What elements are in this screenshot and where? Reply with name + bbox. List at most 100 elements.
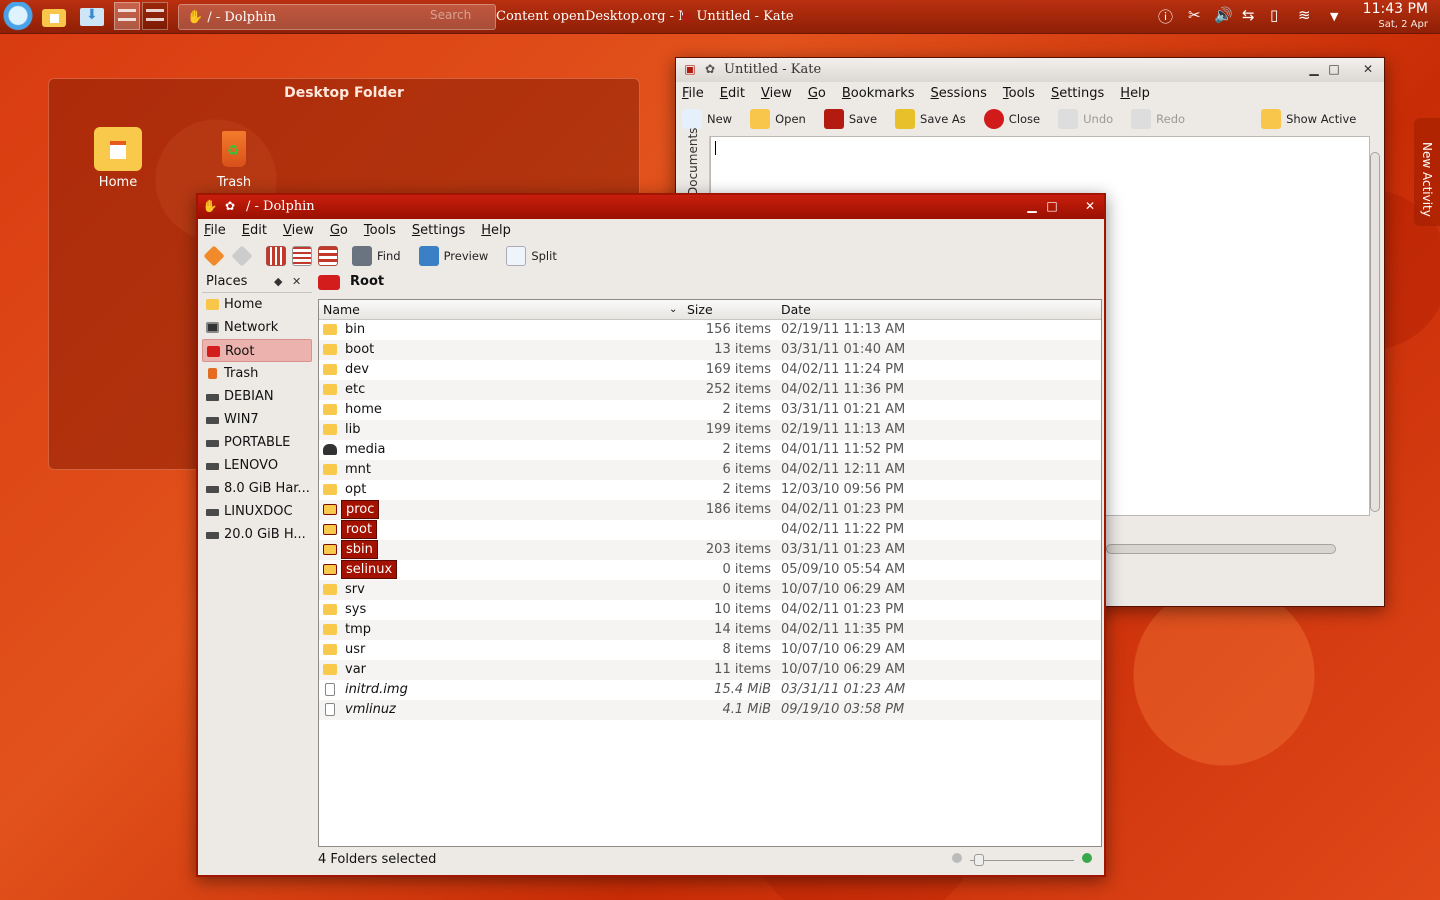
task-kate[interactable]: ▣ Untitled - Kate bbox=[680, 4, 990, 30]
dolphin-app-icon[interactable]: ✋ bbox=[202, 199, 218, 215]
kate-menu-go[interactable]: Go bbox=[808, 86, 826, 101]
sort-chevron-icon[interactable]: ⌄ bbox=[669, 300, 677, 320]
table-row[interactable]: boot 13 items 03/31/11 01:40 AM bbox=[319, 340, 1101, 360]
dolphin-minimize-icon[interactable]: ▁ bbox=[1024, 199, 1040, 215]
kate-menu-view[interactable]: View bbox=[761, 86, 792, 101]
table-row[interactable]: opt 2 items 12/03/10 09:56 PM bbox=[319, 480, 1101, 500]
kate-menu-sessions[interactable]: Sessions bbox=[931, 86, 987, 101]
dolphin-menu-help[interactable]: Help bbox=[481, 223, 511, 238]
dolphin-menu-go[interactable]: Go bbox=[330, 223, 348, 238]
kate-menu-settings[interactable]: Settings bbox=[1051, 86, 1104, 101]
details-view-icon[interactable] bbox=[292, 246, 312, 266]
dolphin-menu-view[interactable]: View bbox=[283, 223, 314, 238]
dolphin-find-button[interactable]: Find bbox=[352, 246, 401, 266]
column-name-header[interactable]: Name bbox=[323, 300, 360, 320]
forward-icon[interactable] bbox=[231, 245, 253, 267]
table-row[interactable]: sbin 203 items 03/31/11 01:23 AM bbox=[319, 540, 1101, 560]
volume-icon[interactable]: 🔊 bbox=[1214, 6, 1233, 24]
kate-menu-bookmarks[interactable]: Bookmarks bbox=[842, 86, 915, 101]
kate-open-button[interactable]: Open bbox=[750, 109, 806, 129]
dolphin-menu-file[interactable]: File bbox=[204, 223, 226, 238]
kate-new-button[interactable]: New bbox=[682, 109, 732, 129]
tray-expand-icon[interactable]: ▼ bbox=[1330, 10, 1338, 23]
pager-desktop-1[interactable] bbox=[114, 2, 140, 30]
task-mozilla[interactable]: Content openDesktop.org - Mozilla bbox=[496, 4, 686, 30]
dolphin-close-icon[interactable]: ✕ bbox=[1082, 199, 1098, 215]
new-activity-tab[interactable]: New Activity bbox=[1414, 118, 1440, 226]
app-menu-icon[interactable] bbox=[2, 2, 34, 32]
wifi-icon[interactable]: ≋ bbox=[1298, 6, 1311, 24]
table-row[interactable]: vmlinuz 4.1 MiB 09/19/10 03:58 PM bbox=[319, 700, 1101, 720]
table-row[interactable]: bin 156 items 02/19/11 11:13 AM bbox=[319, 320, 1101, 340]
column-date-header[interactable]: Date bbox=[781, 300, 811, 320]
dolphin-maximize-icon[interactable]: □ bbox=[1044, 199, 1060, 215]
kate-saveas-button[interactable]: Save As bbox=[895, 109, 966, 129]
dolphin-menu-edit[interactable]: Edit bbox=[242, 223, 267, 238]
table-row[interactable]: etc 252 items 04/02/11 11:36 PM bbox=[319, 380, 1101, 400]
table-row[interactable]: mnt 6 items 04/02/11 12:11 AM bbox=[319, 460, 1101, 480]
place-home[interactable]: Home bbox=[202, 293, 312, 316]
kate-redo-button[interactable]: Redo bbox=[1131, 109, 1185, 129]
dolphin-split-button[interactable]: Split bbox=[506, 246, 557, 266]
place-root[interactable]: Root bbox=[202, 339, 312, 362]
table-row[interactable]: proc 186 items 04/02/11 01:23 PM bbox=[319, 500, 1101, 520]
usb-icon[interactable]: ⇆ bbox=[1242, 6, 1255, 24]
kate-save-button[interactable]: Save bbox=[823, 109, 877, 129]
kate-vscroll-thumb[interactable] bbox=[1370, 152, 1380, 512]
kate-undo-button[interactable]: Undo bbox=[1058, 109, 1113, 129]
kate-app-icon[interactable]: ▣ bbox=[682, 62, 698, 78]
table-row[interactable]: media 2 items 04/01/11 11:52 PM bbox=[319, 440, 1101, 460]
zoom-in-icon[interactable] bbox=[1082, 853, 1092, 863]
kate-hscroll-thumb[interactable] bbox=[1106, 544, 1336, 554]
kate-titlebar[interactable]: ▣ ✿ Untitled - Kate ▁ □ ✕ bbox=[676, 58, 1384, 82]
kate-menu-edit[interactable]: Edit bbox=[720, 86, 745, 101]
dolphin-pin-icon[interactable]: ✿ bbox=[222, 199, 238, 215]
zoom-knob[interactable] bbox=[974, 854, 984, 866]
pager-desktop-2[interactable] bbox=[142, 2, 168, 30]
place-8gib-drive[interactable]: 8.0 GiB Har... bbox=[202, 477, 312, 500]
clock[interactable]: 11:43 PM Sat, 2 Apr bbox=[1363, 1, 1428, 31]
breadcrumb[interactable]: Root bbox=[316, 271, 384, 293]
table-row[interactable]: sys 10 items 04/02/11 01:23 PM bbox=[319, 600, 1101, 620]
place-lenovo[interactable]: LENOVO bbox=[202, 454, 312, 477]
clipboard-scissors-icon[interactable]: ✂ bbox=[1188, 6, 1201, 24]
kate-menu-help[interactable]: Help bbox=[1120, 86, 1150, 101]
zoom-out-icon[interactable] bbox=[952, 853, 962, 863]
table-row[interactable]: var 11 items 10/07/10 06:29 AM bbox=[319, 660, 1101, 680]
zoom-slider[interactable] bbox=[952, 853, 1092, 867]
column-size-header[interactable]: Size bbox=[687, 300, 713, 320]
dolphin-preview-button[interactable]: Preview bbox=[418, 246, 488, 266]
desktop-home-icon[interactable]: Home bbox=[83, 127, 153, 190]
file-list[interactable]: Name ⌄ Size Date bin 156 items 02/19/11 11… bbox=[318, 299, 1102, 847]
place-20gib-drive[interactable]: 20.0 GiB H... bbox=[202, 523, 312, 546]
downloads-icon[interactable] bbox=[76, 2, 108, 32]
table-row[interactable]: lib 199 items 02/19/11 11:13 AM bbox=[319, 420, 1101, 440]
kate-minimize-icon[interactable]: ▁ bbox=[1306, 62, 1322, 78]
table-row[interactable]: initrd.img 15.4 MiB 03/31/11 01:23 AM bbox=[319, 680, 1101, 700]
table-row[interactable]: usr 8 items 10/07/10 06:29 AM bbox=[319, 640, 1101, 660]
table-row[interactable]: selinux 0 items 05/09/10 05:54 AM bbox=[319, 560, 1101, 580]
places-float-icon[interactable]: ◆ bbox=[274, 271, 282, 293]
table-row[interactable]: dev 169 items 04/02/11 11:24 PM bbox=[319, 360, 1101, 380]
table-row[interactable]: srv 0 items 10/07/10 06:29 AM bbox=[319, 580, 1101, 600]
dolphin-menu-settings[interactable]: Settings bbox=[412, 223, 465, 238]
kate-maximize-icon[interactable]: □ bbox=[1326, 62, 1342, 78]
kate-pin-icon[interactable]: ✿ bbox=[702, 62, 718, 78]
table-row[interactable]: root 04/02/11 11:22 PM bbox=[319, 520, 1101, 540]
place-win7[interactable]: WIN7 bbox=[202, 408, 312, 431]
kate-menu-file[interactable]: File bbox=[682, 86, 704, 101]
columns-view-icon[interactable] bbox=[318, 246, 338, 266]
battery-icon[interactable]: ▯ bbox=[1270, 6, 1278, 24]
place-network[interactable]: Network bbox=[202, 316, 312, 339]
back-icon[interactable] bbox=[203, 245, 225, 267]
table-row[interactable]: tmp 14 items 04/02/11 11:35 PM bbox=[319, 620, 1101, 640]
icons-view-icon[interactable] bbox=[266, 246, 286, 266]
kate-vertical-scrollbar[interactable] bbox=[1368, 138, 1382, 542]
kate-menu-tools[interactable]: Tools bbox=[1003, 86, 1035, 101]
places-close-icon[interactable]: ✕ bbox=[292, 271, 301, 293]
info-icon[interactable]: ⓘ bbox=[1158, 6, 1173, 27]
dolphin-menu-tools[interactable]: Tools bbox=[364, 223, 396, 238]
kate-close-icon[interactable]: ✕ bbox=[1360, 62, 1376, 78]
task-search-label[interactable]: Search bbox=[430, 8, 471, 22]
place-linuxdoc[interactable]: LINUXDOC bbox=[202, 500, 312, 523]
